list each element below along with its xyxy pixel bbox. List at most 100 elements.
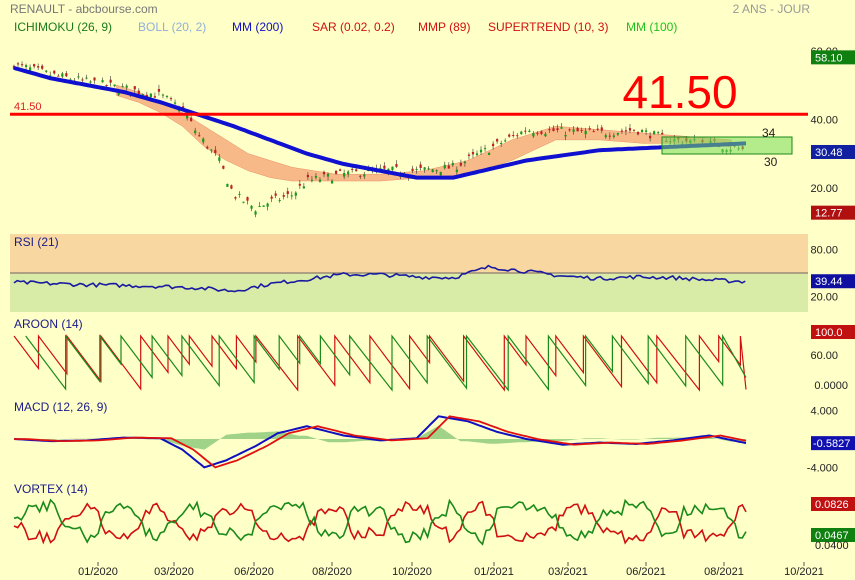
candle-body <box>512 135 515 137</box>
candle-body <box>113 84 116 87</box>
candle-body <box>61 73 64 77</box>
candle-body <box>246 197 249 201</box>
candle-body <box>628 128 632 131</box>
x-tick-label: 10/2021 <box>784 566 824 578</box>
candle-body <box>121 86 124 88</box>
box-label-bottom: 30 <box>764 155 778 169</box>
price-value-text: 12.77 <box>815 208 843 220</box>
legend-item: SUPERTREND (10, 3) <box>488 20 608 34</box>
candle-body <box>278 199 281 201</box>
aroon-title: AROON (14) <box>14 317 83 331</box>
candle-body <box>258 206 261 208</box>
candle-body <box>604 135 607 138</box>
candle-body <box>286 191 289 195</box>
rsi-value-text: 39.44 <box>815 276 843 288</box>
box-label-top: 34 <box>762 126 776 140</box>
candle-body <box>322 171 326 175</box>
candle-body <box>536 132 539 134</box>
candle-body <box>282 195 285 197</box>
candle-body <box>306 174 309 178</box>
candle-body <box>65 73 68 77</box>
candle-body <box>661 132 664 135</box>
resistance-label: 41.50 <box>622 66 737 118</box>
macd-title: MACD (12, 26, 9) <box>14 400 107 414</box>
candle-body <box>644 130 648 132</box>
candle-body <box>242 201 245 203</box>
candle-body <box>81 79 84 81</box>
candle-body <box>584 130 587 135</box>
candle-body <box>596 128 599 130</box>
candle-body <box>210 149 213 151</box>
x-tick-label: 06/2021 <box>626 566 666 578</box>
rsi-tick-label: 20.00 <box>810 291 838 303</box>
candle-body <box>475 153 479 155</box>
candle-body <box>556 128 559 131</box>
candle-body <box>496 139 499 142</box>
chart-period: 2 ANS - JOUR <box>733 2 811 16</box>
candle-body <box>93 77 96 81</box>
candle-body <box>351 168 354 170</box>
candle-body <box>149 93 152 98</box>
candle-body <box>580 130 583 132</box>
candle-body <box>330 180 334 184</box>
candle-body <box>173 102 177 104</box>
x-tick-label: 08/2021 <box>704 566 744 578</box>
candle-body <box>105 84 108 86</box>
candle-body <box>548 129 551 131</box>
candle-body <box>157 88 161 92</box>
vortex-title: VORTEX (14) <box>14 482 88 496</box>
candle-body <box>77 76 80 78</box>
candle-body <box>270 196 273 199</box>
vortex-value-text: 0.0400 <box>815 540 849 552</box>
candle-body <box>443 164 446 169</box>
candle-body <box>169 98 173 100</box>
price-tick-label: 40.00 <box>810 114 838 126</box>
candle-body <box>391 166 394 171</box>
candle-body <box>214 149 217 154</box>
candle-body <box>89 81 92 83</box>
candle-body <box>435 170 438 172</box>
candle-body <box>186 115 189 119</box>
right-axis: 60.00 40.00 20.00 58.10 30.48 12.77 80.00 20.00… <box>807 46 855 552</box>
legend-item: MM (100) <box>626 20 677 34</box>
candle-body <box>234 197 237 199</box>
candle-body <box>491 143 495 147</box>
candle-body <box>439 171 442 176</box>
candle-body <box>451 162 454 166</box>
candle-body <box>190 117 193 122</box>
candle-body <box>24 65 28 68</box>
candle-body <box>576 127 579 132</box>
vortex-value-text: 0.0826 <box>815 499 849 511</box>
aroon-value-text: 100.0 <box>815 327 843 339</box>
candle-body <box>411 168 414 172</box>
candle-body <box>524 130 527 132</box>
candle-body <box>395 164 398 167</box>
macd-tick-label: -4.000 <box>807 462 838 474</box>
candle-body <box>500 143 503 145</box>
candle-body <box>266 203 269 207</box>
candle-body <box>133 86 136 90</box>
candle-body <box>592 131 595 133</box>
candle-body <box>419 164 422 168</box>
x-axis: 01/2020 03/2020 06/2020 08/2020 10/2020 01/20… <box>78 562 824 578</box>
candle-body <box>290 195 293 197</box>
candle-body <box>45 70 48 72</box>
candle-body <box>202 138 205 143</box>
candle-body <box>459 162 462 166</box>
candle-body <box>194 130 197 134</box>
candle-body <box>540 131 543 134</box>
candle-body <box>504 140 507 142</box>
candle-body <box>355 169 358 172</box>
candle-body <box>568 129 571 131</box>
candle-body <box>447 165 450 169</box>
candle-body <box>262 205 265 207</box>
candle-body <box>198 135 201 137</box>
candle-body <box>455 169 458 173</box>
resistance-small-label: 41.50 <box>14 101 42 113</box>
candle-body <box>37 66 40 68</box>
candle-body <box>339 169 342 171</box>
candle-body <box>109 79 112 83</box>
candle-body <box>423 167 426 170</box>
candle-body <box>125 85 128 88</box>
candle-body <box>544 133 547 137</box>
